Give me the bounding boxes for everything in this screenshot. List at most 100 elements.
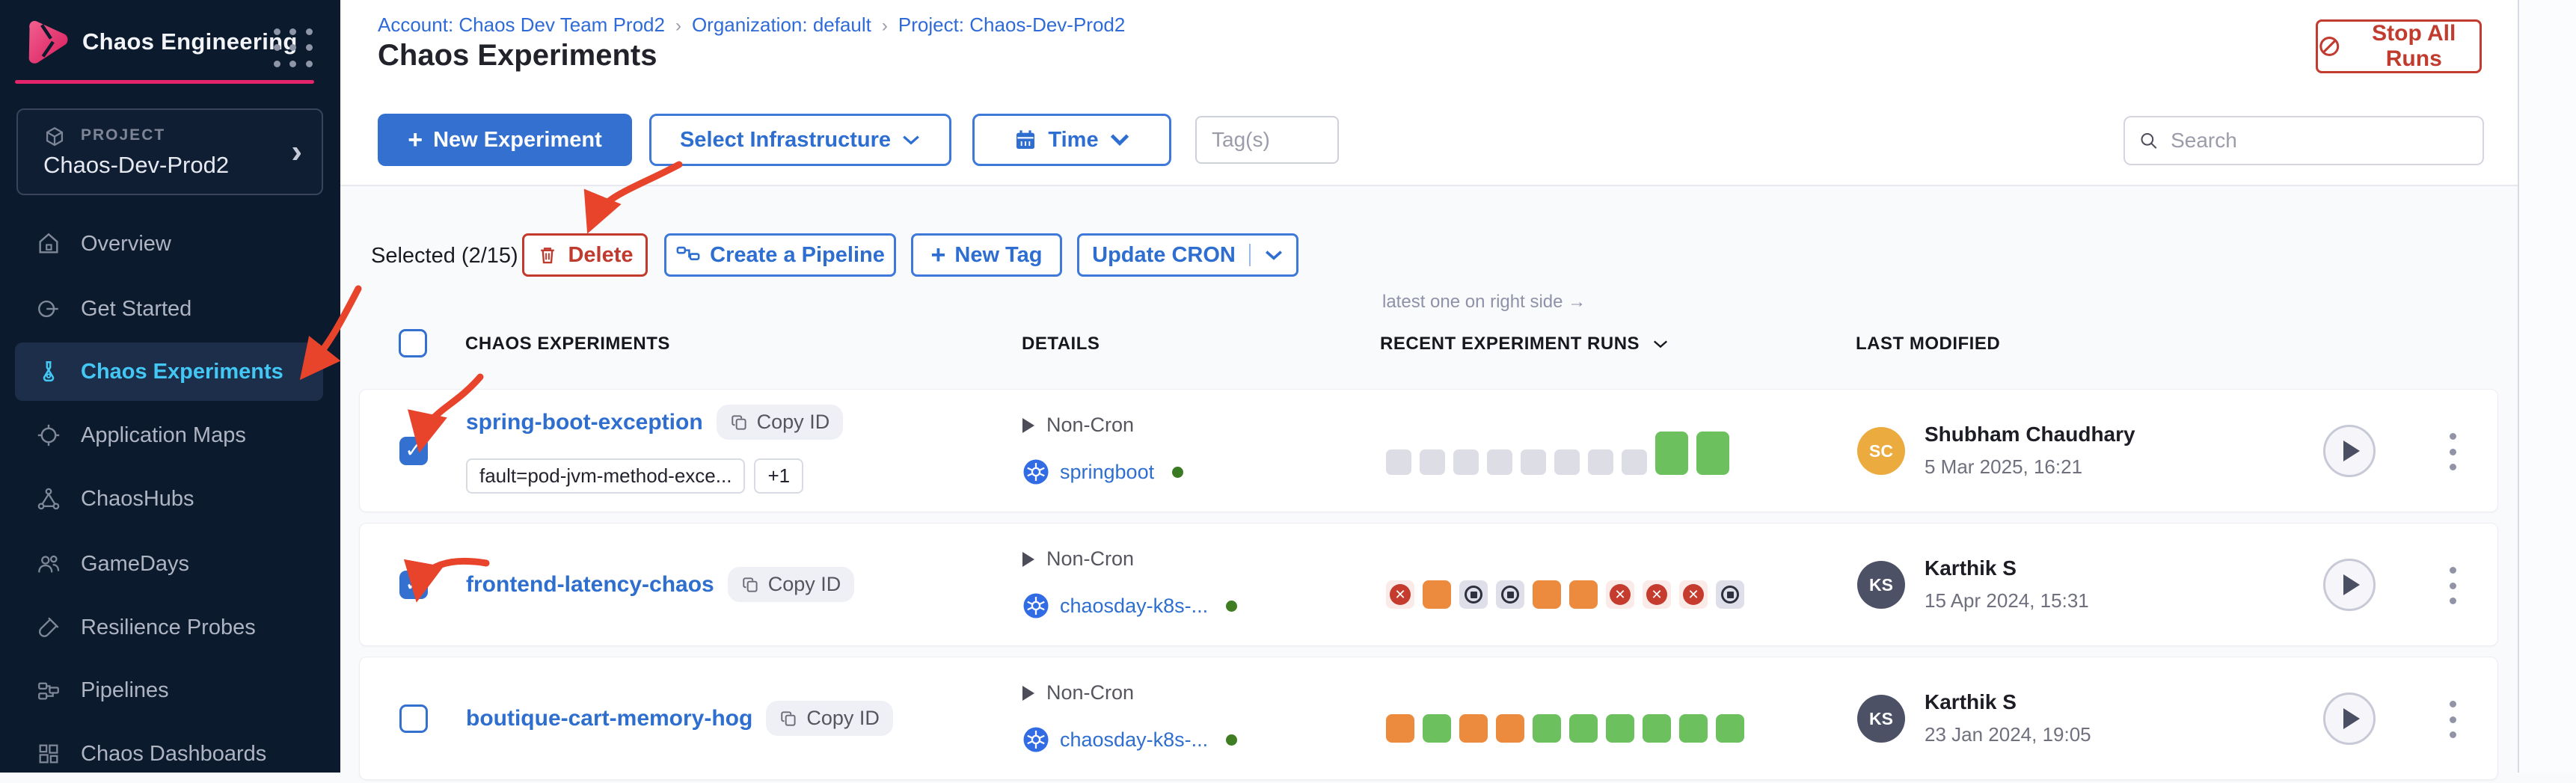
run-failed-icon[interactable]: ✕: [1643, 580, 1671, 609]
run-status-box[interactable]: [1487, 449, 1512, 475]
experiment-row-frontend-latency-chaos[interactable]: frontend-latency-chaos Copy ID Non-Cron …: [359, 523, 2498, 646]
run-status-box[interactable]: [1679, 714, 1708, 743]
sidebar-item-gamedays[interactable]: GameDays: [15, 535, 323, 593]
experiment-name-link[interactable]: spring-boot-exception: [466, 410, 703, 435]
run-status-box[interactable]: [1533, 714, 1561, 743]
row-checkbox[interactable]: [399, 437, 428, 465]
run-status-box[interactable]: [1496, 714, 1524, 743]
run-status-box[interactable]: [1386, 449, 1411, 475]
sidebar-item-application-maps[interactable]: Application Maps: [15, 406, 323, 464]
breadcrumb-account-link[interactable]: Account: Chaos Dev Team Prod2: [378, 13, 665, 36]
calendar-icon: [1013, 128, 1037, 152]
row-menu-button[interactable]: [2438, 562, 2468, 609]
select-all-checkbox[interactable]: [399, 329, 427, 357]
sidebar-item-label: Resilience Probes: [81, 615, 256, 640]
run-stopped-icon[interactable]: [1459, 580, 1488, 609]
run-status-box[interactable]: [1459, 714, 1488, 743]
run-stopped-icon[interactable]: [1496, 580, 1524, 609]
schedule-toggle[interactable]: Non-Cron: [1022, 414, 1134, 437]
run-failed-icon[interactable]: ✕: [1679, 580, 1708, 609]
toolbar: + New Experiment Select Infrastructure T…: [340, 84, 2518, 186]
create-pipeline-button[interactable]: Create a Pipeline: [664, 233, 896, 277]
experiment-name-link[interactable]: frontend-latency-chaos: [466, 572, 714, 598]
update-cron-button[interactable]: Update CRON: [1077, 233, 1298, 277]
copy-id-button[interactable]: Copy ID: [766, 701, 893, 736]
run-status-box[interactable]: [1588, 449, 1613, 475]
cube-icon: [42, 125, 67, 150]
run-status-box[interactable]: [1569, 580, 1598, 609]
play-icon: [2343, 574, 2360, 595]
breadcrumb-organization-link[interactable]: Organization: default: [692, 13, 871, 36]
row-menu-button[interactable]: [2438, 696, 2468, 743]
sidebar-item-chaos-dashboards[interactable]: Chaos Dashboards: [15, 725, 323, 783]
infrastructure-link[interactable]: chaosday-k8s-...: [1060, 595, 1208, 618]
run-status-box[interactable]: [1533, 580, 1561, 609]
run-failed-icon[interactable]: ✕: [1386, 580, 1414, 609]
flask-icon: [36, 359, 61, 384]
row-checkbox[interactable]: [399, 571, 428, 599]
schedule-toggle[interactable]: Non-Cron: [1022, 681, 1134, 704]
select-infrastructure-dropdown[interactable]: Select Infrastructure: [649, 114, 951, 166]
column-header-details: DETAILS: [1022, 334, 1100, 354]
project-selector[interactable]: PROJECT Chaos-Dev-Prod2 ›: [16, 108, 323, 195]
page-title: Chaos Experiments: [378, 39, 657, 73]
infrastructure-link[interactable]: chaosday-k8s-...: [1060, 728, 1208, 752]
new-tag-button[interactable]: + New Tag: [911, 233, 1062, 277]
run-status-box[interactable]: [1554, 449, 1580, 475]
run-status-box[interactable]: [1521, 449, 1546, 475]
sidebar-item-pipelines[interactable]: Pipelines: [15, 661, 323, 719]
run-status-box[interactable]: [1420, 449, 1445, 475]
sidebar-item-get-started[interactable]: Get Started: [15, 280, 323, 338]
run-status-box[interactable]: [1423, 580, 1451, 609]
sidebar-item-overview[interactable]: Overview: [15, 215, 323, 273]
run-failed-icon[interactable]: ✕: [1606, 580, 1634, 609]
run-status-box[interactable]: [1696, 432, 1729, 475]
home-icon: [36, 231, 61, 257]
tags-filter-input[interactable]: [1195, 116, 1339, 164]
run-status-box[interactable]: [1569, 714, 1598, 743]
infrastructure-link[interactable]: springboot: [1060, 461, 1154, 484]
time-filter-dropdown[interactable]: Time: [972, 114, 1171, 166]
time-label: Time: [1048, 128, 1098, 153]
copy-id-button[interactable]: Copy ID: [717, 405, 844, 440]
breadcrumb-project-link[interactable]: Project: Chaos-Dev-Prod2: [898, 13, 1125, 36]
experiment-name-link[interactable]: boutique-cart-memory-hog: [466, 706, 752, 731]
tag-row: fault=pod-jvm-method-exce... +1: [466, 458, 803, 494]
run-status-box[interactable]: [1643, 714, 1671, 743]
run-status-box[interactable]: [1622, 449, 1647, 475]
run-experiment-button[interactable]: [2323, 693, 2376, 745]
play-icon: [2343, 708, 2360, 729]
run-stopped-icon[interactable]: [1716, 580, 1744, 609]
row-checkbox[interactable]: [399, 704, 428, 733]
delete-button[interactable]: Delete: [522, 233, 648, 277]
chevron-down-icon[interactable]: [1264, 248, 1284, 262]
scroll-gutter[interactable]: [2519, 0, 2576, 773]
more-tags-badge[interactable]: +1: [754, 458, 803, 494]
sidebar-item-resilience-probes[interactable]: Resilience Probes: [15, 598, 323, 657]
search-input[interactable]: [2171, 129, 2469, 153]
app-title: Chaos Engineering: [82, 28, 298, 55]
kubernetes-icon: [1022, 726, 1049, 753]
run-status-box[interactable]: [1716, 714, 1744, 743]
experiment-row-boutique-cart-memory-hog[interactable]: boutique-cart-memory-hog Copy ID Non-Cro…: [359, 657, 2498, 780]
run-experiment-button[interactable]: [2323, 559, 2376, 611]
experiment-row-spring-boot-exception[interactable]: spring-boot-exception Copy ID fault=pod-…: [359, 389, 2498, 512]
experiment-tag[interactable]: fault=pod-jvm-method-exce...: [466, 458, 745, 494]
sidebar-item-chaos-experiments[interactable]: Chaos Experiments: [15, 343, 323, 401]
column-header-runs[interactable]: RECENT EXPERIMENT RUNS: [1380, 334, 1669, 354]
run-status-box[interactable]: [1453, 449, 1479, 475]
row-menu-button[interactable]: [2438, 429, 2468, 475]
module-grid-icon[interactable]: [274, 28, 317, 72]
chaos-engineering-logo: [19, 15, 73, 69]
run-experiment-button[interactable]: [2323, 425, 2376, 477]
copy-id-label: Copy ID: [806, 707, 880, 730]
stop-all-runs-button[interactable]: Stop All Runs: [2316, 19, 2482, 73]
copy-id-button[interactable]: Copy ID: [728, 567, 855, 602]
sidebar-item-chaoshubs[interactable]: ChaosHubs: [15, 470, 323, 528]
new-experiment-button[interactable]: + New Experiment: [378, 114, 632, 166]
schedule-toggle[interactable]: Non-Cron: [1022, 547, 1134, 571]
run-status-box[interactable]: [1423, 714, 1451, 743]
run-status-box[interactable]: [1655, 432, 1688, 475]
run-status-box[interactable]: [1606, 714, 1634, 743]
run-status-box[interactable]: [1386, 714, 1414, 743]
